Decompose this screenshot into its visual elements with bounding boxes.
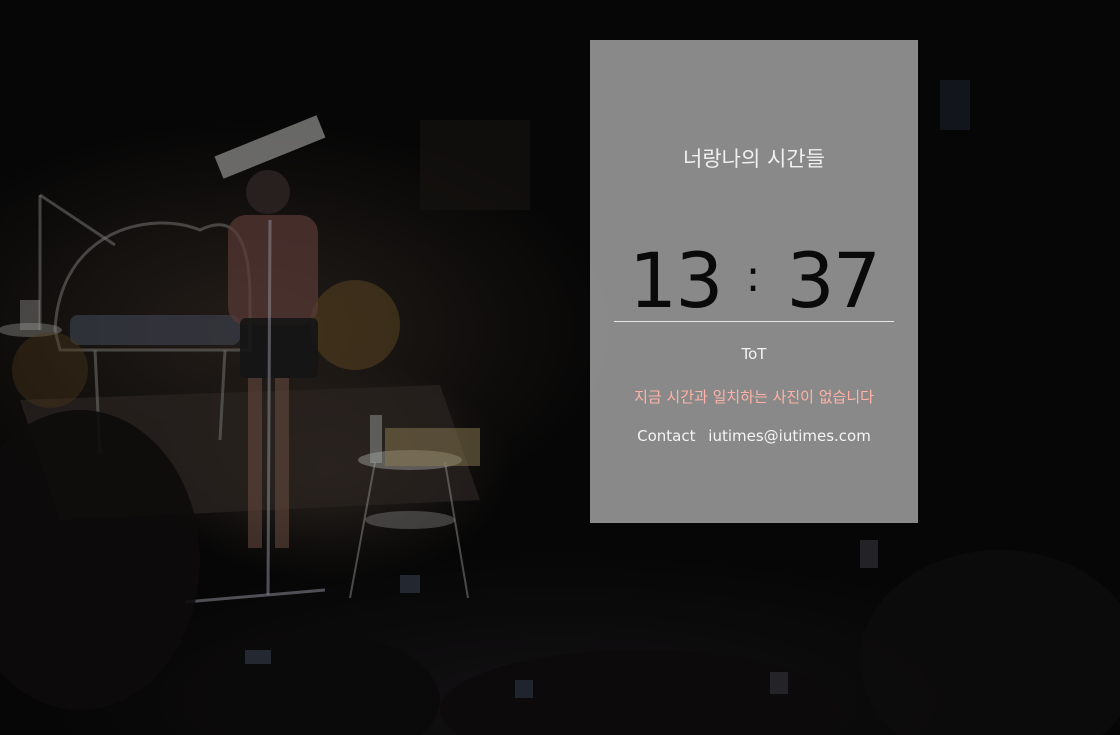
contact-email-link[interactable]: iutimes@iutimes.com <box>708 427 871 445</box>
divider <box>614 321 894 322</box>
clock-display: 13 : 37 <box>590 236 918 326</box>
clock-separator: : <box>745 251 761 302</box>
no-photo-message: 지금 시간과 일치하는 사진이 없습니다 <box>634 388 874 406</box>
page-background: 너랑나의 시간들 13 : 37 ToT 지금 시간과 일치하는 사진이 없습니… <box>0 0 1120 735</box>
contact-label: Contact <box>637 427 696 445</box>
clock-minutes: 37 <box>786 236 881 325</box>
clock-card: 너랑나의 시간들 13 : 37 ToT 지금 시간과 일치하는 사진이 없습니… <box>590 40 918 523</box>
status-text: ToT <box>741 345 767 363</box>
contact-line: Contact iutimes@iutimes.com <box>590 427 918 445</box>
card-title: 너랑나의 시간들 <box>683 147 825 171</box>
background-concert-photo <box>0 80 1120 735</box>
clock-hours: 13 <box>628 236 724 325</box>
